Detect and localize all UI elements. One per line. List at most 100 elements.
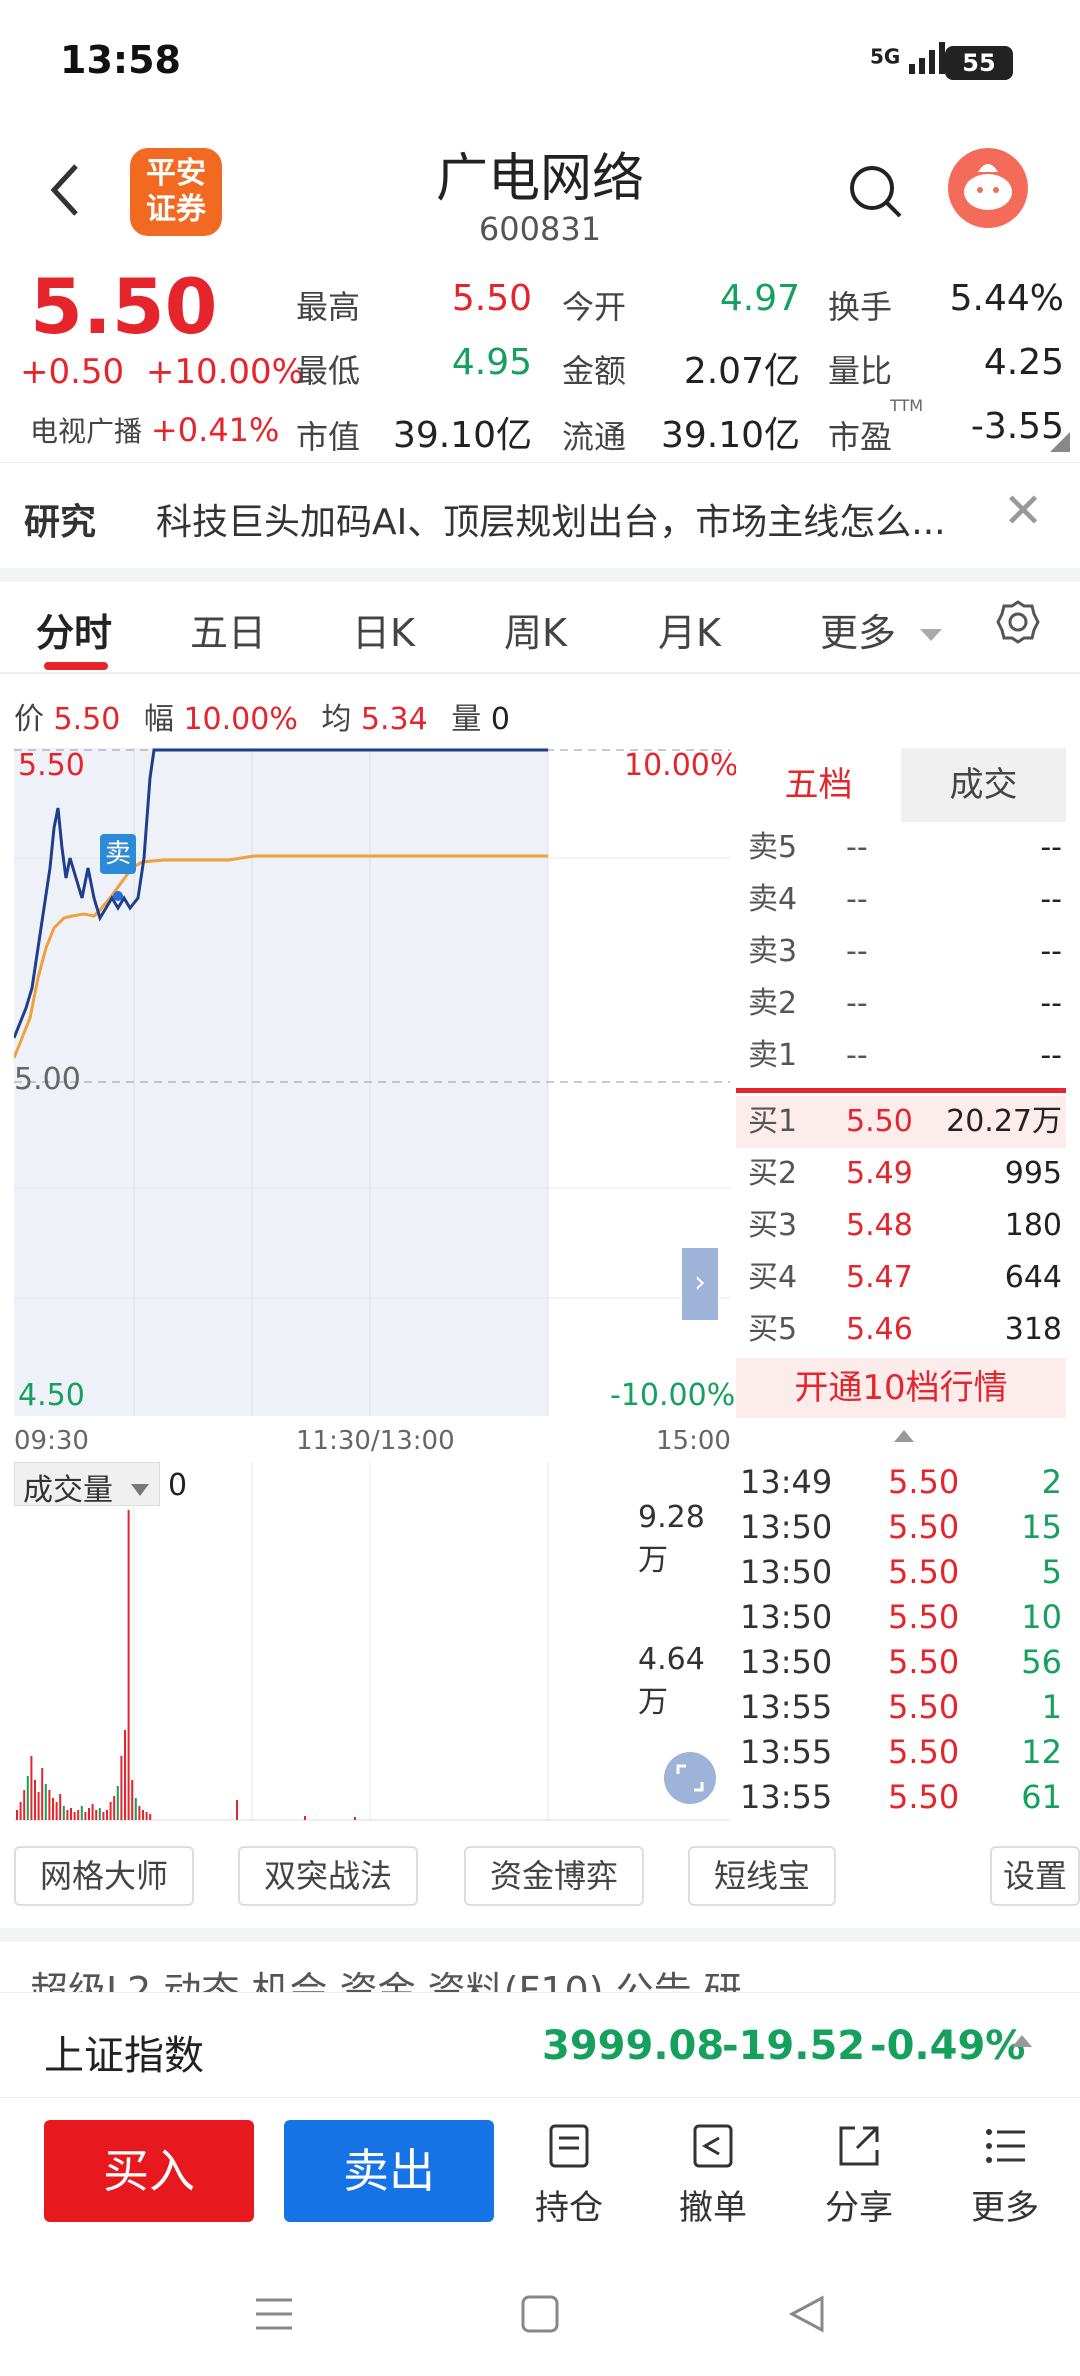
news-text[interactable]: 科技巨头加码AI、顶层规划出台，市场主线怎么... [156,493,1006,545]
trade-qty: 56 [1021,1643,1062,1681]
back-icon[interactable] [46,160,86,220]
volume-bar [98,1808,101,1820]
ask-row[interactable]: 卖1 -- -- [736,1030,1066,1082]
ask-row[interactable]: 卖5 -- -- [736,822,1066,874]
cancel-order-button[interactable]: 撤单 [658,2122,768,2229]
bid-row[interactable]: 买2 5.49 995 [736,1148,1066,1200]
share-button[interactable]: 分享 [804,2122,914,2229]
double-breakout-button[interactable]: 双突战法 [238,1846,418,1906]
news-tag: 研究 [24,502,97,543]
holdings-button[interactable]: 持仓 [514,2122,624,2229]
level-qty: 644 [1004,1260,1062,1295]
bid-row[interactable]: 买3 5.48 180 [736,1200,1066,1252]
volume-bar [70,1808,72,1820]
volume-bar [62,1806,65,1820]
volume-selector[interactable]: 成交量 [14,1462,160,1508]
level-qty: -- [1040,934,1062,969]
ask-row[interactable]: 卖2 -- -- [736,978,1066,1030]
field-value: -3.55 [970,406,1064,447]
menu-list-icon [986,2129,1025,2163]
volume-bar [113,1796,116,1820]
more-label: 更多 [971,2188,1039,2228]
undo-icon [693,2124,733,2168]
info-subtabs[interactable]: 超级L2 动态 机会 资金 资料(F10) 公告 研 [0,1960,1080,1992]
field-value: 5.50 [451,278,532,319]
price-change: +0.50 +10.00% [20,352,304,392]
index-change: -19.52 [722,2023,866,2069]
sector-info[interactable]: 电视广播 +0.41% [30,410,279,450]
time-axis-mid: 11:30/13:00 [296,1426,455,1456]
book-divider [736,1088,1066,1093]
trade-row: 13:55 5.50 12 [736,1730,1066,1774]
document-icon [549,2124,589,2168]
settings-button[interactable]: 设置 [990,1846,1080,1906]
menu-icon[interactable] [254,2296,294,2332]
tab-trades[interactable]: 成交 [901,748,1066,822]
tab-intraday[interactable]: 分时 [36,602,112,657]
ask-row[interactable]: 卖3 -- -- [736,926,1066,978]
cancel-order-label: 撤单 [679,2188,747,2228]
subtabs-text[interactable]: 超级L2 动态 机会 资金 资料(F10) 公告 研 [0,1969,742,1992]
tab-five-levels[interactable]: 五档 [736,748,901,822]
home-icon[interactable] [520,2294,560,2334]
trade-time: 13:55 [740,1778,833,1816]
capital-game-button[interactable]: 资金博弈 [464,1846,644,1906]
volume-chart[interactable]: 成交量 0 9.28万 4.64万 [14,1462,730,1822]
scroll-up-icon[interactable] [892,1428,916,1444]
tab-five-day[interactable]: 五日 [190,602,266,657]
sell-button[interactable]: 卖出 [284,2120,494,2222]
search-icon[interactable] [848,164,904,220]
bid-row[interactable]: 买1 5.50 20.27万 [736,1096,1066,1148]
volume-bar [95,1810,98,1820]
volume-bar [120,1756,123,1820]
system-nav-bar [0,2248,1080,2376]
tab-monthly-k[interactable]: 月K [658,602,721,657]
trade-qty: 15 [1021,1508,1062,1546]
expand-up-icon[interactable] [1010,2033,1034,2049]
field-value: 39.10亿 [660,415,800,456]
assistant-avatar[interactable] [948,148,1028,228]
open-10-levels-button[interactable]: 开通10档行情 [736,1358,1066,1418]
intraday-chart[interactable]: 卖 › 5.50 5.00 4.50 10.00% -10.00% [12,748,738,1416]
volume-bar [102,1812,105,1820]
ask-row[interactable]: 卖4 -- -- [736,874,1066,926]
gear-icon[interactable] [994,598,1042,646]
trade-row: 13:55 5.50 1 [736,1685,1066,1729]
volume-bar [138,1806,141,1820]
volume-bar [91,1804,94,1820]
level-price: -- [846,1038,868,1073]
level-qty: 20.27万 [946,1104,1062,1139]
index-bar[interactable]: 上证指数 3999.08 -19.52 -0.49% [0,1992,1080,2098]
news-bar[interactable]: 研究 科技巨头加码AI、顶层规划出台，市场主线怎么... ✕ [0,462,1080,568]
short-term-button[interactable]: 短线宝 [688,1846,836,1906]
pct-axis-bottom: -10.00% [610,1378,736,1413]
info-amp-label: 幅 [143,702,174,737]
volume-value: 0 [168,1468,188,1503]
bid-row[interactable]: 买4 5.47 644 [736,1252,1066,1304]
level-price: 5.46 [846,1312,913,1347]
tab-more[interactable]: 更多 [820,602,944,657]
grid-master-button[interactable]: 网格大师 [14,1846,194,1906]
trade-price: 5.50 [888,1598,960,1636]
info-price: 5.50 [53,702,121,737]
tab-weekly-k[interactable]: 周K [504,602,567,657]
info-vol: 0 [490,702,510,737]
current-price: 5.50 [30,262,218,351]
volume-axis-top: 9.28万 [638,1500,705,1578]
buy-button[interactable]: 买入 [44,2120,254,2222]
bid-row[interactable]: 买5 5.46 318 [736,1304,1066,1356]
volume-bar [134,1798,137,1820]
dropdown-icon [130,1484,149,1496]
close-icon[interactable]: ✕ [1003,483,1043,539]
volume-bar [106,1810,108,1820]
bottom-action-bar: 买入 卖出 持仓 撤单 分享 更多 [0,2098,1080,2248]
level-label: 卖2 [748,986,798,1021]
back-nav-icon[interactable] [786,2294,826,2334]
level-label: 买5 [748,1312,798,1347]
sell-marker-text: 卖 [105,839,131,869]
tab-daily-k[interactable]: 日K [352,602,415,657]
fullscreen-button[interactable] [664,1752,716,1804]
trade-price: 5.50 [888,1778,960,1816]
level-label: 卖4 [748,882,798,917]
more-button[interactable]: 更多 [950,2122,1060,2229]
